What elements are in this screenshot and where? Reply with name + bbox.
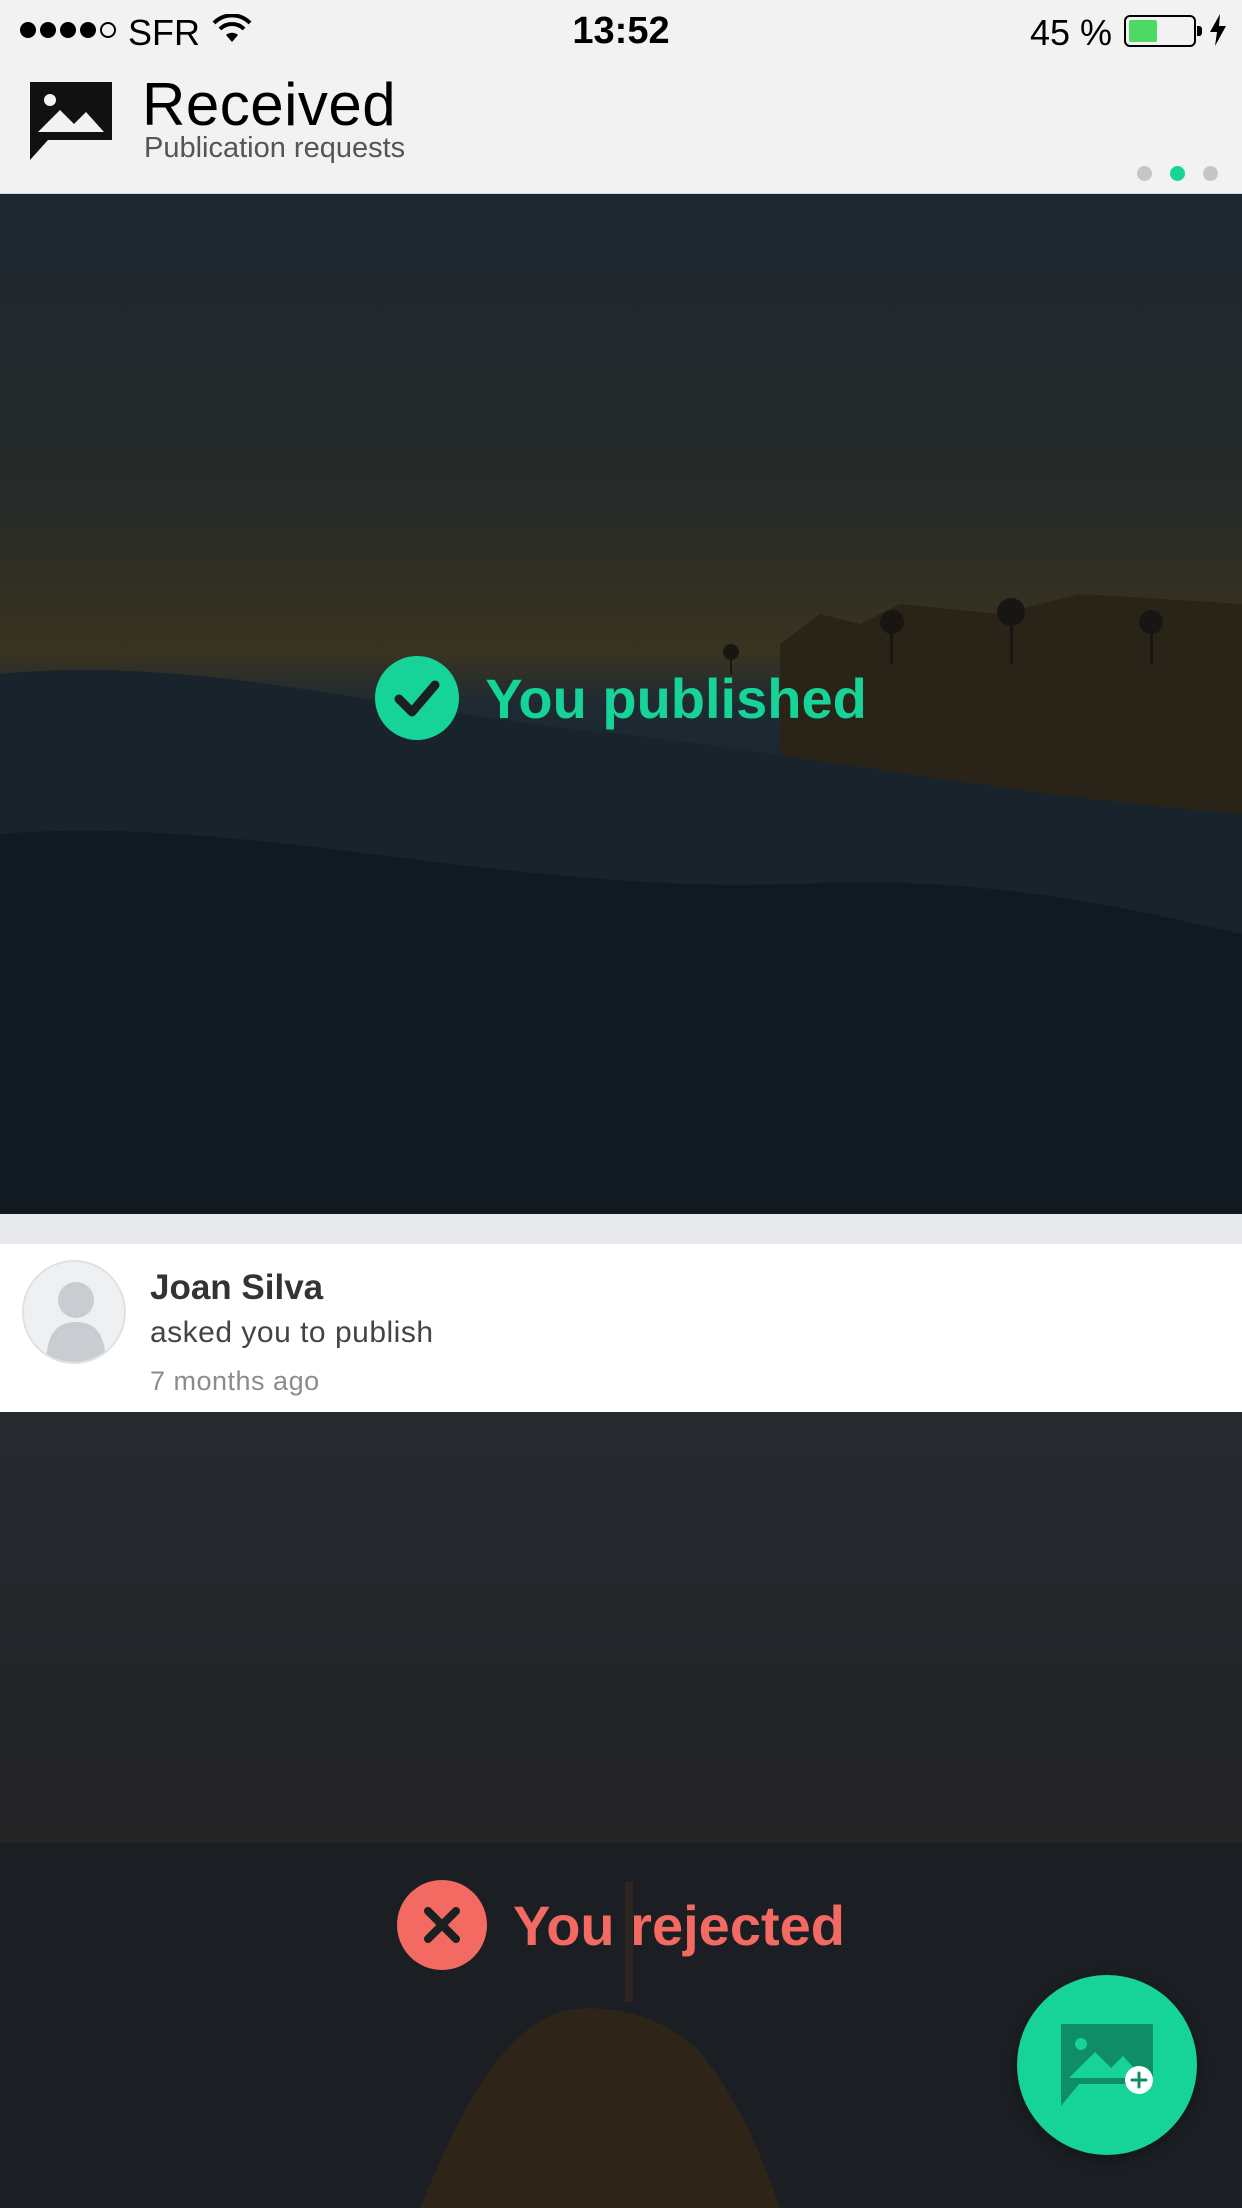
list-divider	[0, 1214, 1242, 1244]
request-list-item[interactable]: Joan Silva asked you to publish 7 months…	[0, 1244, 1242, 1412]
add-image-icon	[1061, 2024, 1153, 2106]
battery-percentage: 45 %	[1029, 12, 1112, 53]
image-logo-icon	[30, 82, 112, 160]
rejected-status-label: You rejected	[513, 1893, 845, 1957]
page-title: Received	[142, 71, 397, 138]
add-image-button[interactable]	[1017, 1975, 1197, 2155]
page-dot[interactable]	[1203, 166, 1218, 181]
request-timestamp: 7 months ago	[150, 1366, 320, 1396]
requester-name[interactable]: Joan Silva	[150, 1268, 323, 1308]
avatar[interactable]	[22, 1260, 126, 1364]
status-bar: SFR 13:52 45 %	[0, 0, 1242, 62]
page-dot[interactable]	[1137, 166, 1152, 181]
charging-icon	[1210, 14, 1226, 46]
battery-icon	[1124, 15, 1202, 47]
check-icon	[375, 656, 460, 740]
published-status-label: You published	[485, 666, 867, 730]
request-action-text: asked you to publish	[150, 1316, 434, 1349]
page-dot-active[interactable]	[1170, 166, 1185, 181]
close-icon	[397, 1880, 488, 1970]
page-subtitle: Publication requests	[144, 132, 406, 164]
page-indicator[interactable]	[1137, 166, 1218, 181]
published-photo-card[interactable]: You published	[0, 194, 1242, 1214]
rejected-status: You rejected	[0, 1880, 1242, 1970]
app-header: Received Publication requests	[0, 62, 1242, 194]
published-status: You published	[0, 656, 1242, 740]
